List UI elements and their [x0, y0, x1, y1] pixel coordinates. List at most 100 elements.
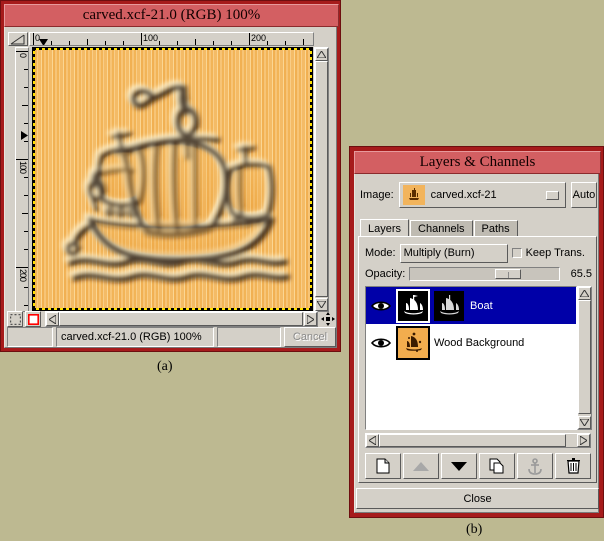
quickmask-row	[7, 311, 336, 327]
horizontal-scroll-thumb[interactable]	[59, 312, 303, 326]
image-name: carved.xcf-21	[430, 189, 497, 201]
image-menu-corner-button[interactable]	[8, 32, 28, 46]
triangle-left-icon	[49, 314, 56, 324]
layers-vertical-scrollbar[interactable]	[577, 286, 592, 430]
tab-layers[interactable]: Layers	[360, 219, 410, 237]
hruler-label-200: 200	[251, 33, 267, 43]
anchor-icon	[528, 457, 542, 475]
image-selector-row: Image: carved.xcf-21 Auto	[360, 181, 597, 209]
figure-caption-a: (a)	[157, 359, 173, 374]
triangle-down-icon	[580, 419, 589, 426]
quickmask-on-button[interactable]	[25, 311, 41, 327]
list-item[interactable]: Wood Background	[366, 324, 576, 361]
status-message: carved.xcf-21.0 (RGB) 100%	[56, 327, 214, 347]
list-item[interactable]: Boat	[366, 287, 576, 324]
diagonal-line-icon	[10, 34, 25, 44]
image-thumbnail	[402, 185, 425, 205]
eye-icon[interactable]	[370, 300, 392, 312]
layers-horizontal-scrollbar[interactable]	[365, 433, 591, 448]
scroll-left-button[interactable]	[46, 312, 59, 326]
vruler-label-200: 200	[18, 269, 28, 282]
vruler-position-marker-icon	[21, 131, 28, 140]
move-cross-icon	[321, 312, 335, 326]
ruler-position-marker-icon	[39, 39, 48, 45]
tab-bar: Layers Channels Paths	[360, 219, 519, 237]
eye-visible-icon	[371, 337, 391, 348]
mode-value: Multiply (Burn)	[403, 247, 475, 259]
keep-transparency-label: Keep Trans.	[525, 247, 585, 259]
layer-name: Boat	[470, 299, 493, 312]
image-window: carved.xcf-21.0 (RGB) 100% 0 100 200 0 1…	[0, 0, 341, 352]
canvas-vertical-scrollbar[interactable]	[314, 47, 329, 312]
new-layer-icon	[376, 458, 390, 474]
image-canvas[interactable]	[32, 47, 313, 311]
horizontal-ruler: 0 100 200	[29, 32, 314, 46]
image-window-title: carved.xcf-21.0 (RGB) 100%	[82, 7, 261, 23]
duplicate-layer-button[interactable]	[479, 453, 515, 479]
vertical-ruler: 0 100 200	[15, 47, 29, 312]
layers-scroll-down-button[interactable]	[578, 416, 591, 429]
eye-visible-icon	[371, 300, 391, 311]
triangle-left-icon	[369, 436, 376, 445]
keep-transparency-checkbox[interactable]	[511, 248, 522, 258]
delete-layer-button[interactable]	[555, 453, 591, 479]
layers-scroll-right-button[interactable]	[577, 434, 590, 447]
duplicate-layer-icon	[489, 458, 504, 474]
scroll-down-button[interactable]	[315, 298, 328, 311]
layers-vertical-scroll-thumb[interactable]	[578, 300, 591, 414]
auto-button[interactable]: Auto	[571, 182, 597, 208]
image-window-titlebar[interactable]: carved.xcf-21.0 (RGB) 100%	[4, 4, 339, 27]
scroll-up-button[interactable]	[315, 48, 328, 61]
trash-icon	[566, 458, 580, 474]
triangle-right-icon	[307, 314, 314, 324]
quickmask-off-button[interactable]	[7, 311, 23, 327]
layer-name: Wood Background	[434, 336, 525, 349]
layers-tab-panel: Mode: Multiply (Burn) Keep Trans. Opacit…	[358, 236, 597, 483]
image-dropdown[interactable]: carved.xcf-21	[398, 182, 566, 208]
vruler-label-0: 0	[18, 53, 28, 58]
new-layer-button[interactable]	[365, 453, 401, 479]
cancel-button[interactable]: Cancel	[284, 327, 336, 347]
mode-label: Mode:	[365, 247, 396, 259]
layers-scroll-up-button[interactable]	[578, 287, 591, 300]
tab-paths[interactable]: Paths	[473, 220, 518, 237]
layers-horizontal-scroll-thumb[interactable]	[379, 434, 566, 447]
red-square-icon	[27, 313, 39, 325]
status-progress-field	[217, 327, 281, 347]
triangle-up-icon	[413, 461, 429, 471]
triangle-down-icon	[317, 301, 326, 308]
triangle-up-icon	[317, 51, 326, 58]
carved-boat-artwork	[63, 82, 288, 281]
status-left-field	[7, 327, 53, 347]
chevron-down-icon[interactable]	[546, 190, 559, 200]
mode-dropdown[interactable]: Multiply (Burn)	[399, 243, 508, 263]
mode-row: Mode: Multiply (Burn) Keep Trans.	[365, 243, 592, 263]
lower-layer-button[interactable]	[441, 453, 477, 479]
layer-thumbnail[interactable]	[396, 325, 430, 360]
close-button[interactable]: Close	[356, 488, 599, 509]
raise-layer-button[interactable]	[403, 453, 439, 479]
layers-list[interactable]: Boat Wood Background	[365, 286, 577, 430]
vertical-scroll-thumb[interactable]	[315, 61, 328, 297]
opacity-slider[interactable]	[409, 267, 560, 281]
hruler-label-100: 100	[143, 33, 159, 43]
triangle-up-icon	[580, 290, 589, 297]
layer-thumbnail[interactable]	[396, 288, 430, 323]
layer-mask-thumbnail[interactable]	[434, 290, 464, 321]
anchor-layer-button[interactable]	[517, 453, 553, 479]
layers-window-titlebar[interactable]: Layers & Channels	[354, 151, 601, 174]
scroll-right-button[interactable]	[304, 312, 317, 326]
layers-channels-window: Layers & Channels Image: carved.xcf-21 A…	[349, 146, 604, 518]
opacity-value: 65.5	[570, 268, 592, 280]
triangle-right-icon	[580, 436, 587, 445]
image-label: Image:	[360, 189, 394, 201]
opacity-row: Opacity: 65.5	[365, 265, 592, 283]
vruler-label-100: 100	[18, 161, 28, 174]
layers-window-title: Layers & Channels	[419, 154, 536, 170]
eye-icon[interactable]	[370, 337, 392, 349]
layers-scroll-left-button[interactable]	[366, 434, 379, 447]
opacity-slider-thumb[interactable]	[494, 269, 521, 279]
triangle-down-icon	[451, 461, 467, 471]
canvas-horizontal-scrollbar[interactable]	[45, 311, 318, 327]
tab-channels[interactable]: Channels	[410, 220, 473, 237]
